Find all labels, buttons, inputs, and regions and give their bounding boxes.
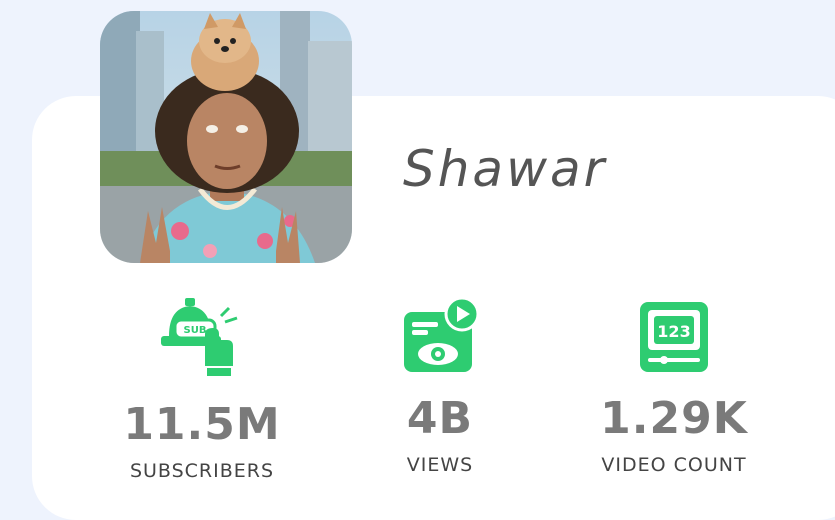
stat-subscribers: SUB 11.5M SUBSCRIBERS [102,296,302,482]
channel-name: Shawar [403,140,608,198]
avatar-photo [100,11,352,263]
subscribe-bell-icon: SUB [161,298,238,376]
stat-value: 4B [406,393,474,444]
svg-text:SUB: SUB [184,325,207,336]
svg-text:123: 123 [657,322,690,341]
stat-views: 4B VIEWS [360,296,520,476]
stat-value: 1.29K [600,393,748,444]
stat-video-count: 123 1.29K VIDEO COUNT [574,296,774,476]
stat-label: SUBSCRIBERS [129,460,275,482]
stat-label: VIEWS [406,454,474,476]
stat-label: VIDEO COUNT [601,454,747,476]
video-count-icon: 123 [640,302,708,372]
stat-value: 11.5M [123,399,281,450]
channel-avatar[interactable] [100,11,352,263]
video-views-icon [404,296,480,372]
